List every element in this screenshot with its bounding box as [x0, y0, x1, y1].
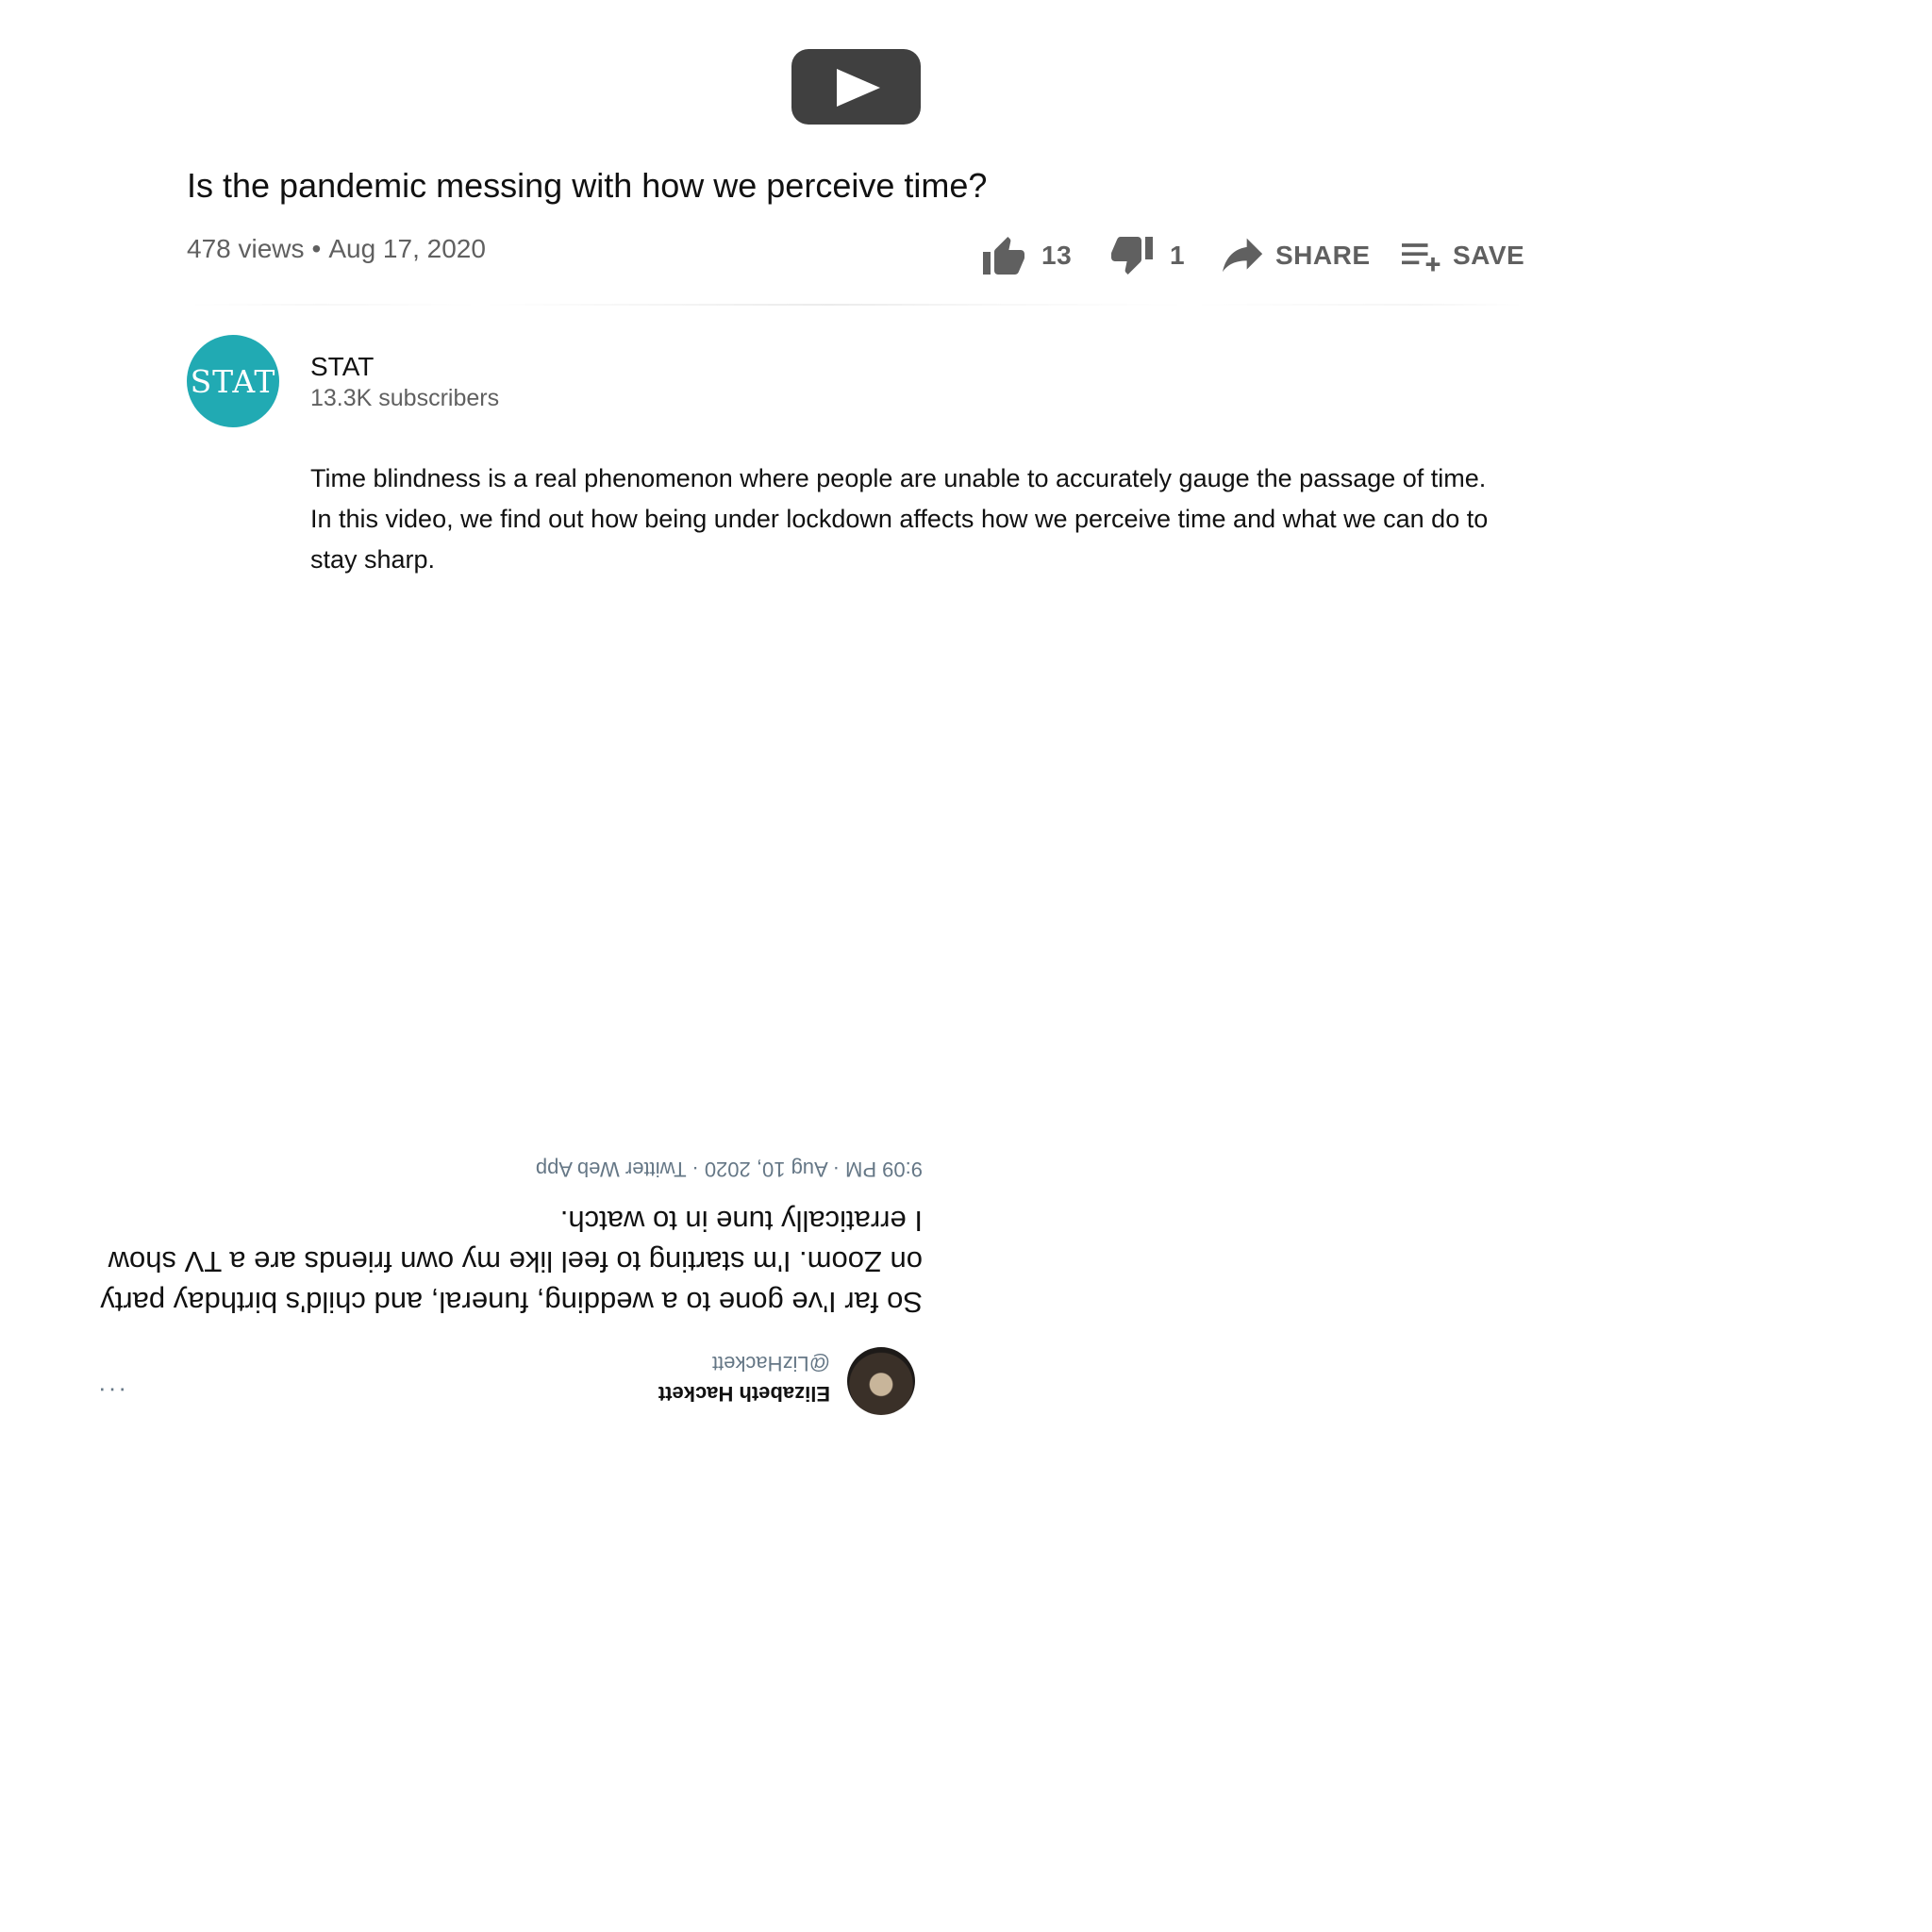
subscriber-count: 13.3K subscribers	[310, 385, 500, 411]
dislike-count: 1	[1170, 241, 1186, 270]
share-arrow-icon	[1223, 238, 1263, 273]
like-button[interactable]: 13	[981, 232, 1072, 279]
video-title: Is the pandemic messing with how we perc…	[187, 166, 988, 205]
channel-avatar[interactable]: STAT	[187, 335, 279, 427]
tweet-author-handle[interactable]: @LizHackett	[712, 1351, 830, 1375]
thumbs-up-icon	[983, 237, 1024, 275]
save-label: SAVE	[1453, 241, 1525, 270]
meta-separator: •	[311, 234, 322, 263]
share-button[interactable]: SHARE	[1223, 232, 1371, 279]
playlist-add-icon	[1402, 243, 1441, 272]
play-icon	[837, 69, 880, 107]
like-count: 13	[1041, 241, 1073, 270]
thumbs-down-icon	[1111, 237, 1153, 275]
tweet-text: So far I've gone to a wedding, funeral, …	[100, 1205, 923, 1319]
video-meta: 478 views • Aug 17, 2020	[187, 234, 486, 264]
share-label: SHARE	[1275, 241, 1371, 270]
play-button[interactable]	[791, 49, 921, 125]
tweet-author-avatar[interactable]	[847, 1347, 915, 1415]
tweet-footer: 9:09 PM · Aug 10, 2020 · Twitter Web App	[535, 1158, 923, 1181]
section-divider	[187, 304, 1524, 306]
upload-date: Aug 17, 2020	[328, 234, 486, 263]
channel-logo-text: STAT	[190, 362, 276, 400]
view-count: 478 views	[187, 234, 305, 263]
video-description: Time blindness is a real phenomenon wher…	[310, 464, 1489, 574]
embedded-tweet: Elizabeth Hackett @LizHackett ··· So far…	[75, 1128, 923, 1430]
dislike-button[interactable]: 1	[1109, 232, 1185, 279]
tweet-author-name[interactable]: Elizabeth Hackett	[658, 1381, 830, 1406]
channel-name[interactable]: STAT	[310, 352, 374, 382]
save-button[interactable]: SAVE	[1402, 232, 1524, 279]
more-options-icon[interactable]: ···	[96, 1376, 126, 1406]
